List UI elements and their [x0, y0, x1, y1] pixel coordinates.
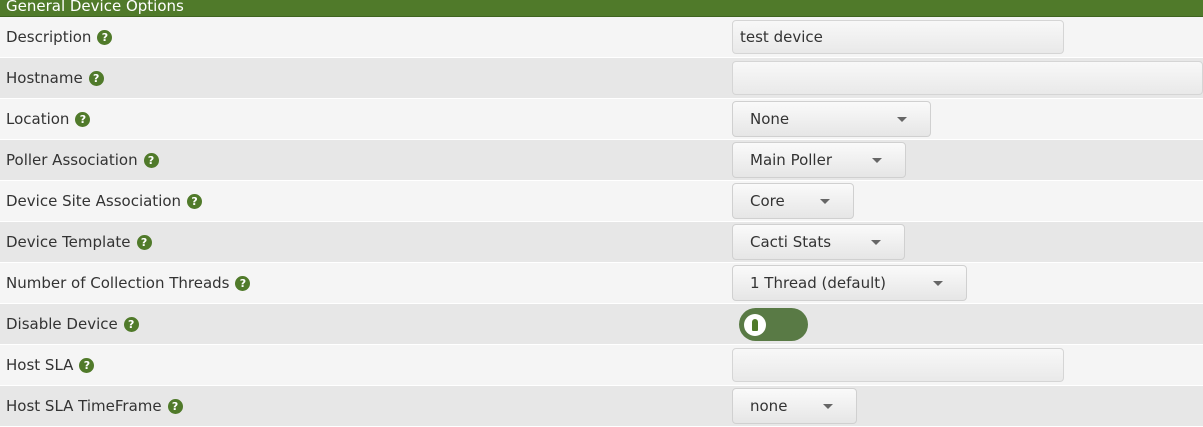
host-sla-timeframe-label: Host SLA TimeFrame — [6, 397, 162, 415]
location-label: Location — [6, 110, 70, 128]
help-icon[interactable]: ? — [123, 316, 139, 332]
hostname-label: Hostname — [6, 69, 83, 87]
section-title: General Device Options — [6, 0, 184, 15]
collection-threads-select[interactable]: 1 Thread (default) — [732, 265, 967, 301]
form-row-description: Description ? test device — [0, 17, 1203, 58]
host-sla-input[interactable] — [732, 348, 1064, 382]
toggle-knob — [744, 313, 766, 336]
toggle-knob-icon — [752, 318, 758, 331]
chevron-down-icon — [820, 199, 830, 204]
help-icon[interactable]: ? — [97, 29, 113, 45]
device-site-association-value: Core — [750, 192, 785, 210]
help-icon[interactable]: ? — [79, 357, 95, 373]
collection-threads-label: Number of Collection Threads — [6, 274, 230, 292]
help-icon[interactable]: ? — [187, 193, 203, 209]
chevron-down-icon — [897, 117, 907, 122]
host-sla-timeframe-value: none — [750, 397, 788, 415]
poller-association-select[interactable]: Main Poller — [732, 142, 906, 178]
form-row-collection-threads: Number of Collection Threads ? 1 Thread … — [0, 263, 1203, 304]
device-site-association-select[interactable]: Core — [732, 183, 854, 219]
poller-association-label: Poller Association — [6, 151, 138, 169]
help-icon[interactable]: ? — [143, 152, 159, 168]
help-icon[interactable]: ? — [88, 70, 104, 86]
help-icon[interactable]: ? — [75, 111, 91, 127]
poller-association-value: Main Poller — [750, 151, 832, 169]
device-site-association-label: Device Site Association — [6, 192, 182, 210]
device-template-value: Cacti Stats — [750, 233, 832, 251]
chevron-down-icon — [872, 158, 882, 163]
location-select[interactable]: None — [732, 101, 931, 137]
description-label: Description — [6, 28, 92, 46]
form-row-hostname: Hostname ? — [0, 58, 1203, 99]
disable-device-label: Disable Device — [6, 315, 118, 333]
form-row-device-site-association: Device Site Association ? Core — [0, 181, 1203, 222]
location-value: None — [750, 110, 790, 128]
chevron-down-icon — [823, 404, 833, 409]
chevron-down-icon — [933, 281, 943, 286]
help-icon[interactable]: ? — [136, 234, 152, 250]
form-row-poller-association: Poller Association ? Main Poller — [0, 140, 1203, 181]
chevron-down-icon — [871, 240, 881, 245]
disable-device-toggle[interactable] — [739, 307, 808, 341]
help-icon[interactable]: ? — [167, 398, 183, 414]
hostname-input[interactable] — [732, 61, 1203, 95]
form-row-disable-device: Disable Device ? — [0, 304, 1203, 345]
form-row-device-template: Device Template ? Cacti Stats — [0, 222, 1203, 263]
collection-threads-value: 1 Thread (default) — [750, 274, 887, 292]
device-template-select[interactable]: Cacti Stats — [732, 224, 905, 260]
host-sla-timeframe-select[interactable]: none — [732, 388, 857, 424]
help-icon[interactable]: ? — [235, 275, 251, 291]
description-value: test device — [740, 28, 823, 46]
description-input[interactable]: test device — [732, 20, 1064, 54]
form-row-location: Location ? None — [0, 99, 1203, 140]
device-template-label: Device Template — [6, 233, 131, 251]
form-row-host-sla: Host SLA ? — [0, 345, 1203, 386]
section-header: General Device Options — [0, 0, 1203, 17]
host-sla-label: Host SLA — [6, 356, 74, 374]
